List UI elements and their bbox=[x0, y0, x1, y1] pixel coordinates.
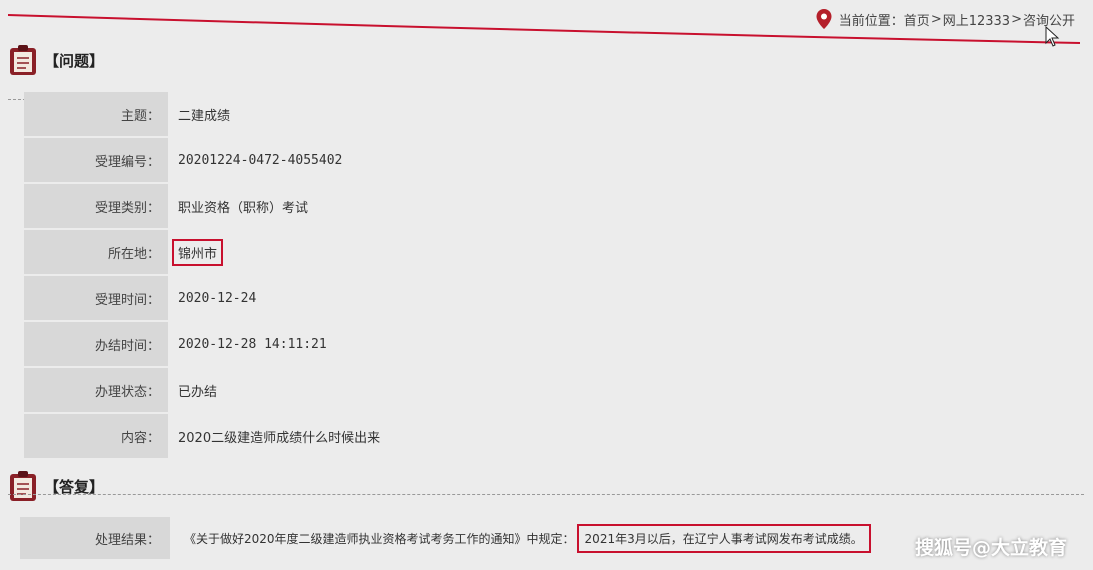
breadcrumb-separator: > bbox=[1011, 11, 1022, 27]
row-value-case-number: 20201224-0472-4055402 bbox=[168, 138, 1084, 182]
breadcrumb-separator: > bbox=[930, 11, 942, 27]
table-row: 主题： 二建成绩 bbox=[24, 92, 1084, 136]
location-pin-icon bbox=[816, 9, 832, 29]
table-row: 受理类别： 职业资格（职称）考试 bbox=[24, 184, 1084, 228]
row-value-status: 已办结 bbox=[168, 368, 1084, 412]
row-value-accept-time: 2020-12-24 bbox=[168, 276, 1084, 320]
row-value-content: 2020二级建造师成绩什么时候出来 bbox=[168, 414, 1084, 458]
mouse-cursor-icon bbox=[1045, 26, 1060, 47]
table-row: 所在地： 锦州市 bbox=[24, 230, 1084, 274]
answer-section-header: 【答复】 bbox=[8, 470, 104, 502]
row-value-subject: 二建成绩 bbox=[168, 92, 1084, 136]
row-label-close-time: 办结时间： bbox=[24, 322, 168, 366]
table-row: 受理编号： 20201224-0472-4055402 bbox=[24, 138, 1084, 182]
row-label-content: 内容： bbox=[24, 414, 168, 458]
row-label-accept-time: 受理时间： bbox=[24, 276, 168, 320]
answer-label: 处理结果： bbox=[20, 517, 170, 559]
row-label-case-number: 受理编号： bbox=[24, 138, 168, 182]
answer-highlight: 2021年3月以后，在辽宁人事考试网发布考试成绩。 bbox=[576, 523, 871, 553]
question-table: 主题： 二建成绩 受理编号： 20201224-0472-4055402 受理类… bbox=[24, 92, 1084, 460]
breadcrumb-prefix: 当前位置： bbox=[838, 13, 904, 29]
breadcrumb-12333-link[interactable]: 网上12333 bbox=[943, 10, 1010, 29]
breadcrumb-home-link[interactable]: 首页 bbox=[904, 10, 930, 29]
table-row: 受理时间： 2020-12-24 bbox=[24, 276, 1084, 320]
table-row: 办结时间： 2020-12-28 14:11:21 bbox=[24, 322, 1084, 366]
clipboard-icon bbox=[10, 471, 36, 501]
question-section-header: 【问题】 bbox=[8, 44, 104, 76]
row-label-subject: 主题： bbox=[24, 92, 168, 136]
row-label-location: 所在地： bbox=[24, 230, 168, 274]
table-row: 内容： 2020二级建造师成绩什么时候出来 bbox=[24, 414, 1084, 458]
row-value-location-cell: 锦州市 bbox=[168, 230, 1084, 274]
question-section-title: 【问题】 bbox=[44, 51, 105, 70]
clipboard-icon bbox=[10, 45, 36, 75]
row-label-category: 受理类别： bbox=[24, 184, 168, 228]
table-row: 办理状态： 已办结 bbox=[24, 368, 1084, 412]
watermark: 搜狐号@大立教育 bbox=[914, 537, 1067, 559]
row-value-category: 职业资格（职称）考试 bbox=[168, 184, 1084, 228]
location-highlight: 锦州市 bbox=[172, 238, 224, 266]
answer-divider bbox=[8, 494, 1084, 495]
answer-text: 《关于做好2020年度二级建造师执业资格考试考务工作的通知》中规定： bbox=[184, 531, 575, 546]
row-label-status: 办理状态： bbox=[24, 368, 168, 412]
row-value-close-time: 2020-12-28 14:11:21 bbox=[168, 322, 1084, 366]
breadcrumb: 当前位置： 首页 > 网上12333 > 咨询公开 bbox=[815, 8, 1075, 30]
